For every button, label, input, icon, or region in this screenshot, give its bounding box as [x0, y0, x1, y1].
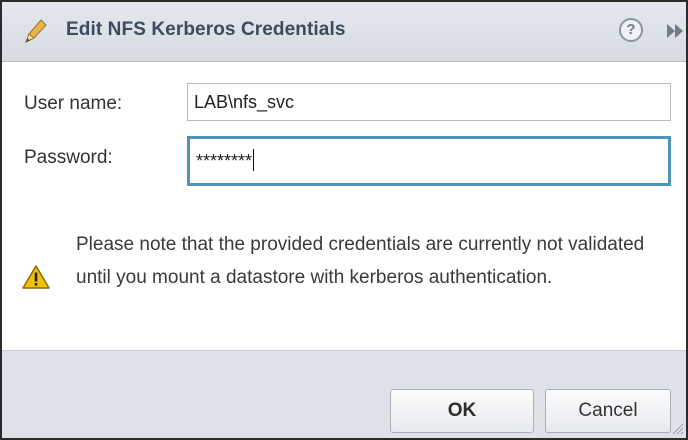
resize-grip-icon[interactable] [670, 421, 684, 435]
username-field[interactable]: LAB\nfs_svc [187, 83, 671, 121]
password-value: ******** [196, 151, 253, 171]
password-label: Password: [24, 147, 113, 168]
dialog-titlebar: Edit NFS Kerberos Credentials ? [2, 2, 686, 62]
dialog-title: Edit NFS Kerberos Credentials [66, 19, 346, 40]
double-chevron-right-icon[interactable] [666, 22, 686, 40]
warning-icon [22, 265, 50, 289]
dialog-footer: OK Cancel [2, 350, 686, 438]
cancel-button[interactable]: Cancel [545, 389, 671, 433]
username-label: User name: [24, 93, 123, 114]
text-caret [253, 149, 255, 171]
ok-button[interactable]: OK [390, 389, 534, 433]
edit-nfs-kerberos-credentials-dialog: Edit NFS Kerberos Credentials ? User nam… [0, 0, 688, 440]
password-field[interactable]: ******** [187, 136, 671, 186]
credentials-note: Please note that the provided credential… [76, 234, 645, 288]
pencil-icon [25, 19, 47, 44]
help-icon[interactable]: ? [619, 18, 643, 42]
